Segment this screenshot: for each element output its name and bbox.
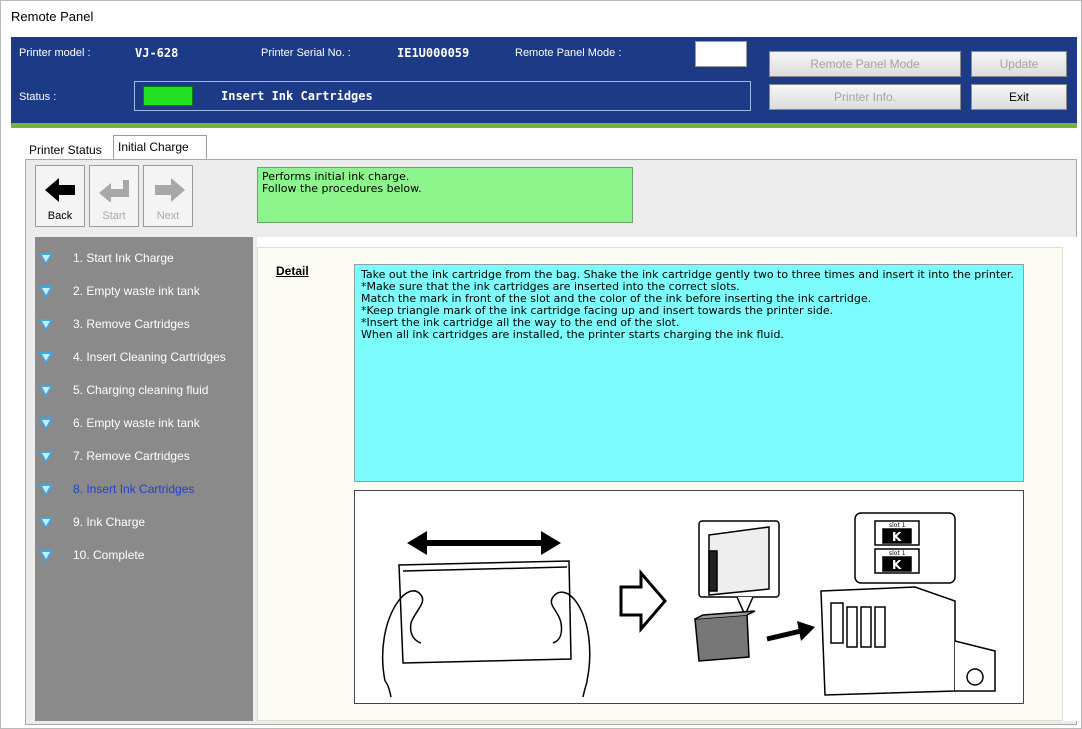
step-list: 1. Start Ink Charge 2. Empty waste ink t…	[35, 237, 253, 721]
step-label: 2. Empty waste ink tank	[73, 284, 200, 298]
triangle-highlight	[42, 453, 50, 460]
slot-label: slot 1	[889, 522, 906, 529]
outline-arrow-icon	[619, 568, 667, 634]
arrow-left-icon	[45, 178, 75, 202]
back-button-label: Back	[47, 210, 73, 222]
step-label: 4. Insert Cleaning Cartridges	[73, 350, 226, 364]
slot-label: slot 1	[889, 550, 906, 557]
instruction-box: Performs initial ink charge. Follow the …	[257, 167, 633, 223]
step-label: 8. Insert Ink Cartridges	[73, 482, 195, 496]
triangle-highlight	[42, 552, 50, 559]
step-item-6[interactable]: 6. Empty waste ink tank	[35, 406, 253, 436]
step-item-1[interactable]: 1. Start Ink Charge	[35, 241, 253, 271]
header-panel: Printer model : VJ-628 Printer Serial No…	[11, 37, 1077, 123]
insert-arrow-icon	[766, 621, 815, 642]
step-item-5[interactable]: 5. Charging cleaning fluid	[35, 373, 253, 403]
printer-model-value: VJ-628	[135, 46, 179, 60]
ink-color-label: K	[892, 558, 902, 572]
arrow-right-icon	[155, 178, 185, 202]
cartridge-illustration: slot 1 K slot 1 K	[354, 490, 1024, 704]
accent-divider	[11, 123, 1077, 128]
window-title: Remote Panel	[11, 9, 94, 24]
detail-area: Detail Take out the ink cartridge from t…	[257, 247, 1063, 721]
triangle-highlight	[42, 354, 50, 361]
detail-label: Detail	[276, 264, 309, 278]
remote-mode-label: Remote Panel Mode :	[515, 47, 622, 59]
insert-cartridge-diagram: slot 1 K slot 1 K	[381, 512, 996, 698]
status-box: Insert Ink Cartridges	[134, 81, 751, 111]
step-item-9[interactable]: 9. Ink Charge	[35, 505, 253, 535]
serial-label: Printer Serial No. :	[261, 47, 351, 59]
exit-button[interactable]: Exit	[971, 84, 1067, 110]
next-button-label: Next	[156, 210, 180, 222]
step-label: 9. Ink Charge	[73, 515, 146, 529]
remote-panel-mode-button[interactable]: Remote Panel Mode	[769, 51, 961, 77]
step-label: 1. Start Ink Charge	[73, 251, 174, 265]
navigation-toolbar: Back Start Next	[35, 165, 243, 229]
step-item-10[interactable]: 10. Complete	[35, 538, 253, 568]
triangle-highlight	[42, 288, 50, 295]
printer-slot-diagram	[820, 512, 996, 696]
triangle-highlight	[42, 486, 50, 493]
next-button[interactable]: Next	[143, 165, 193, 227]
remote-mode-indicator	[695, 41, 747, 67]
triangle-highlight	[42, 519, 50, 526]
triangle-highlight	[42, 420, 50, 427]
step-label: 7. Remove Cartridges	[73, 449, 190, 463]
detail-panel: Detail Take out the ink cartridge from t…	[257, 237, 1077, 721]
cartridge-closeup-icon	[694, 520, 780, 662]
step-label: 6. Empty waste ink tank	[73, 416, 200, 430]
back-button[interactable]: Back	[35, 165, 85, 227]
hands-holding-cartridge-icon	[381, 560, 591, 698]
remote-panel-window: Remote Panel Printer model : VJ-628 Prin…	[0, 0, 1082, 729]
shake-arrow-icon	[407, 531, 561, 555]
step-label: 10. Complete	[73, 548, 145, 562]
status-indicator-led	[143, 86, 193, 106]
return-arrow-icon	[99, 180, 129, 202]
step-item-8[interactable]: 8. Insert Ink Cartridges	[35, 472, 253, 502]
triangle-highlight	[42, 387, 50, 394]
update-button[interactable]: Update	[971, 51, 1067, 77]
step-item-4[interactable]: 4. Insert Cleaning Cartridges	[35, 340, 253, 370]
step-item-7[interactable]: 7. Remove Cartridges	[35, 439, 253, 469]
step-label: 3. Remove Cartridges	[73, 317, 190, 331]
tab-initial-charge[interactable]: Initial Charge	[113, 135, 207, 159]
detail-text-box: Take out the ink cartridge from the bag.…	[354, 264, 1024, 482]
detail-line: When all ink cartridges are installed, t…	[361, 328, 784, 341]
printer-model-label: Printer model :	[19, 47, 91, 59]
ink-color-label: K	[892, 530, 902, 544]
instruction-line-2: Follow the procedures below.	[262, 182, 422, 195]
printer-info-button[interactable]: Printer Info.	[769, 84, 961, 110]
step-item-2[interactable]: 2. Empty waste ink tank	[35, 274, 253, 304]
status-label: Status :	[19, 91, 57, 103]
step-item-3[interactable]: 3. Remove Cartridges	[35, 307, 253, 337]
title-bar: Remote Panel	[1, 1, 1081, 37]
triangle-highlight	[42, 321, 50, 328]
serial-value: IE1U000059	[397, 46, 470, 60]
triangle-highlight	[42, 255, 50, 262]
start-button-label: Start	[102, 210, 126, 222]
step-label: 5. Charging cleaning fluid	[73, 383, 209, 397]
status-text: Insert Ink Cartridges	[221, 89, 373, 103]
start-button[interactable]: Start	[89, 165, 139, 227]
